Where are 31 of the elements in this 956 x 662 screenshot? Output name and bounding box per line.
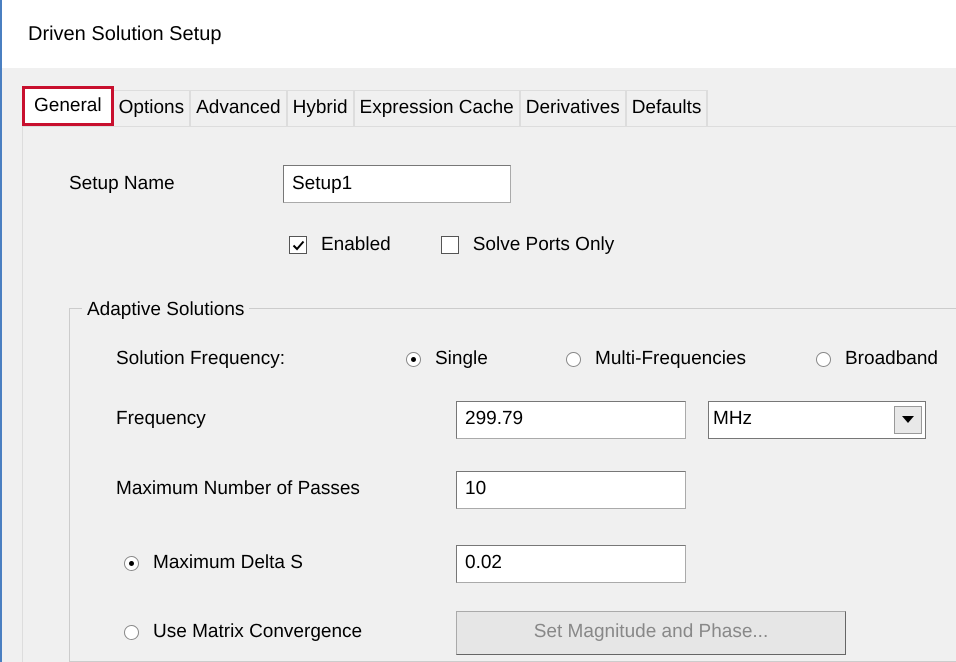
input-field[interactable]: Setup1 [283,165,511,203]
radio-button[interactable] [124,625,139,640]
radio-label: Broadband [845,347,938,372]
radio-label: Maximum Delta S [153,551,303,576]
checkbox[interactable] [289,236,307,254]
radio-button[interactable] [406,352,421,367]
input-field[interactable]: 299.79 [456,400,686,438]
tab[interactable]: Hybrid [288,90,355,126]
tab[interactable]: Advanced [191,90,288,126]
radio-button[interactable] [816,352,831,367]
field-label: Setup Name [69,172,176,196]
radio-button[interactable] [124,556,139,571]
radio-button[interactable] [566,352,581,367]
checkbox-label: Enabled [321,233,391,257]
tab[interactable]: Expression Cache [354,90,521,126]
field-label: Solution Frequency: [116,347,286,372]
field-label: Frequency [116,407,207,432]
window-title: Driven Solution Setup [28,22,222,47]
tab[interactable]: General [22,86,114,126]
checkbox[interactable] [440,236,459,254]
input-field[interactable]: 10 [456,470,686,508]
checkbox-label: Solve Ports Only [472,233,614,257]
radio-label: Single [435,347,488,372]
radio-label: Use Matrix Convergence [153,620,362,644]
tab[interactable]: Defaults [626,90,708,126]
tab[interactable]: Options [114,90,192,126]
radio-label: Multi-Frequencies [595,347,746,372]
field-label: Maximum Number of Passes [116,477,361,502]
input-field[interactable]: 0.02 [456,544,686,582]
unit-dropdown[interactable]: MHz [708,400,926,438]
tab[interactable]: Derivatives [520,90,627,126]
